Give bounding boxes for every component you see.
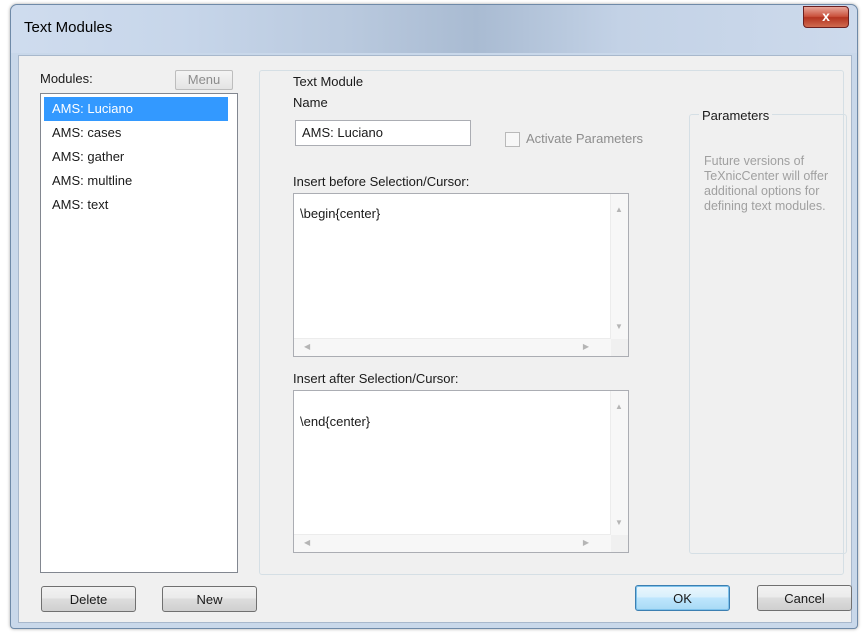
delete-button[interactable]: Delete — [41, 586, 136, 612]
scroll-right-icon[interactable]: ▶ — [583, 343, 589, 351]
horizontal-scrollbar[interactable]: ◀ ▶ — [294, 534, 611, 552]
list-item[interactable]: AMS: multline — [44, 169, 234, 193]
dialog-window: Text Modules x Modules: Menu AMS: Lucian… — [10, 4, 858, 629]
horizontal-scrollbar[interactable]: ◀ ▶ — [294, 338, 611, 356]
modules-label: Modules: — [40, 71, 93, 86]
scroll-corner — [611, 535, 628, 552]
cancel-button[interactable]: Cancel — [757, 585, 852, 611]
parameters-message: Future versions of TeXnicCenter will off… — [704, 154, 829, 213]
modules-list[interactable]: AMS: Luciano AMS: cases AMS: gather AMS:… — [40, 93, 238, 573]
list-item[interactable]: AMS: Luciano — [44, 97, 228, 121]
activate-parameters-checkbox[interactable] — [505, 132, 520, 147]
scroll-down-icon[interactable]: ▼ — [615, 519, 623, 527]
activate-parameters-label: Activate Parameters — [526, 131, 644, 146]
list-item[interactable]: AMS: text — [44, 193, 234, 217]
menu-button[interactable]: Menu — [175, 70, 233, 90]
insert-before-text: \begin{center} — [300, 206, 381, 221]
insert-before-textarea[interactable]: \begin{center} ▲ ▼ ◀ ▶ — [293, 193, 629, 357]
new-button[interactable]: New — [162, 586, 257, 612]
insert-after-label: Insert after Selection/Cursor: — [293, 371, 459, 386]
dialog-client-area: Modules: Menu AMS: Luciano AMS: cases AM… — [18, 55, 852, 623]
scroll-corner — [611, 339, 628, 356]
parameters-title: Parameters — [699, 108, 773, 123]
scroll-right-icon[interactable]: ▶ — [583, 539, 589, 547]
vertical-scrollbar[interactable]: ▲ ▼ — [610, 194, 628, 339]
vertical-scrollbar[interactable]: ▲ ▼ — [610, 391, 628, 535]
list-item[interactable]: AMS: gather — [44, 145, 234, 169]
window-title: Text Modules — [24, 19, 113, 36]
ok-button[interactable]: OK — [635, 585, 730, 611]
title-bar[interactable]: Text Modules x — [11, 5, 857, 53]
close-icon: x — [822, 8, 830, 24]
insert-after-text: \end{center} — [300, 414, 371, 429]
scroll-left-icon[interactable]: ◀ — [304, 343, 310, 351]
scroll-up-icon[interactable]: ▲ — [615, 403, 623, 411]
list-item[interactable]: AMS: cases — [44, 121, 234, 145]
insert-after-textarea[interactable]: \end{center} ▲ ▼ ◀ ▶ — [293, 390, 629, 553]
insert-before-label: Insert before Selection/Cursor: — [293, 174, 470, 189]
scroll-down-icon[interactable]: ▼ — [615, 323, 623, 331]
scroll-up-icon[interactable]: ▲ — [615, 206, 623, 214]
text-module-group-label: Text Module — [291, 74, 366, 89]
name-label: Name — [293, 95, 328, 110]
scroll-left-icon[interactable]: ◀ — [304, 539, 310, 547]
close-button[interactable]: x — [803, 6, 849, 28]
name-input[interactable]: AMS: Luciano — [295, 120, 471, 146]
